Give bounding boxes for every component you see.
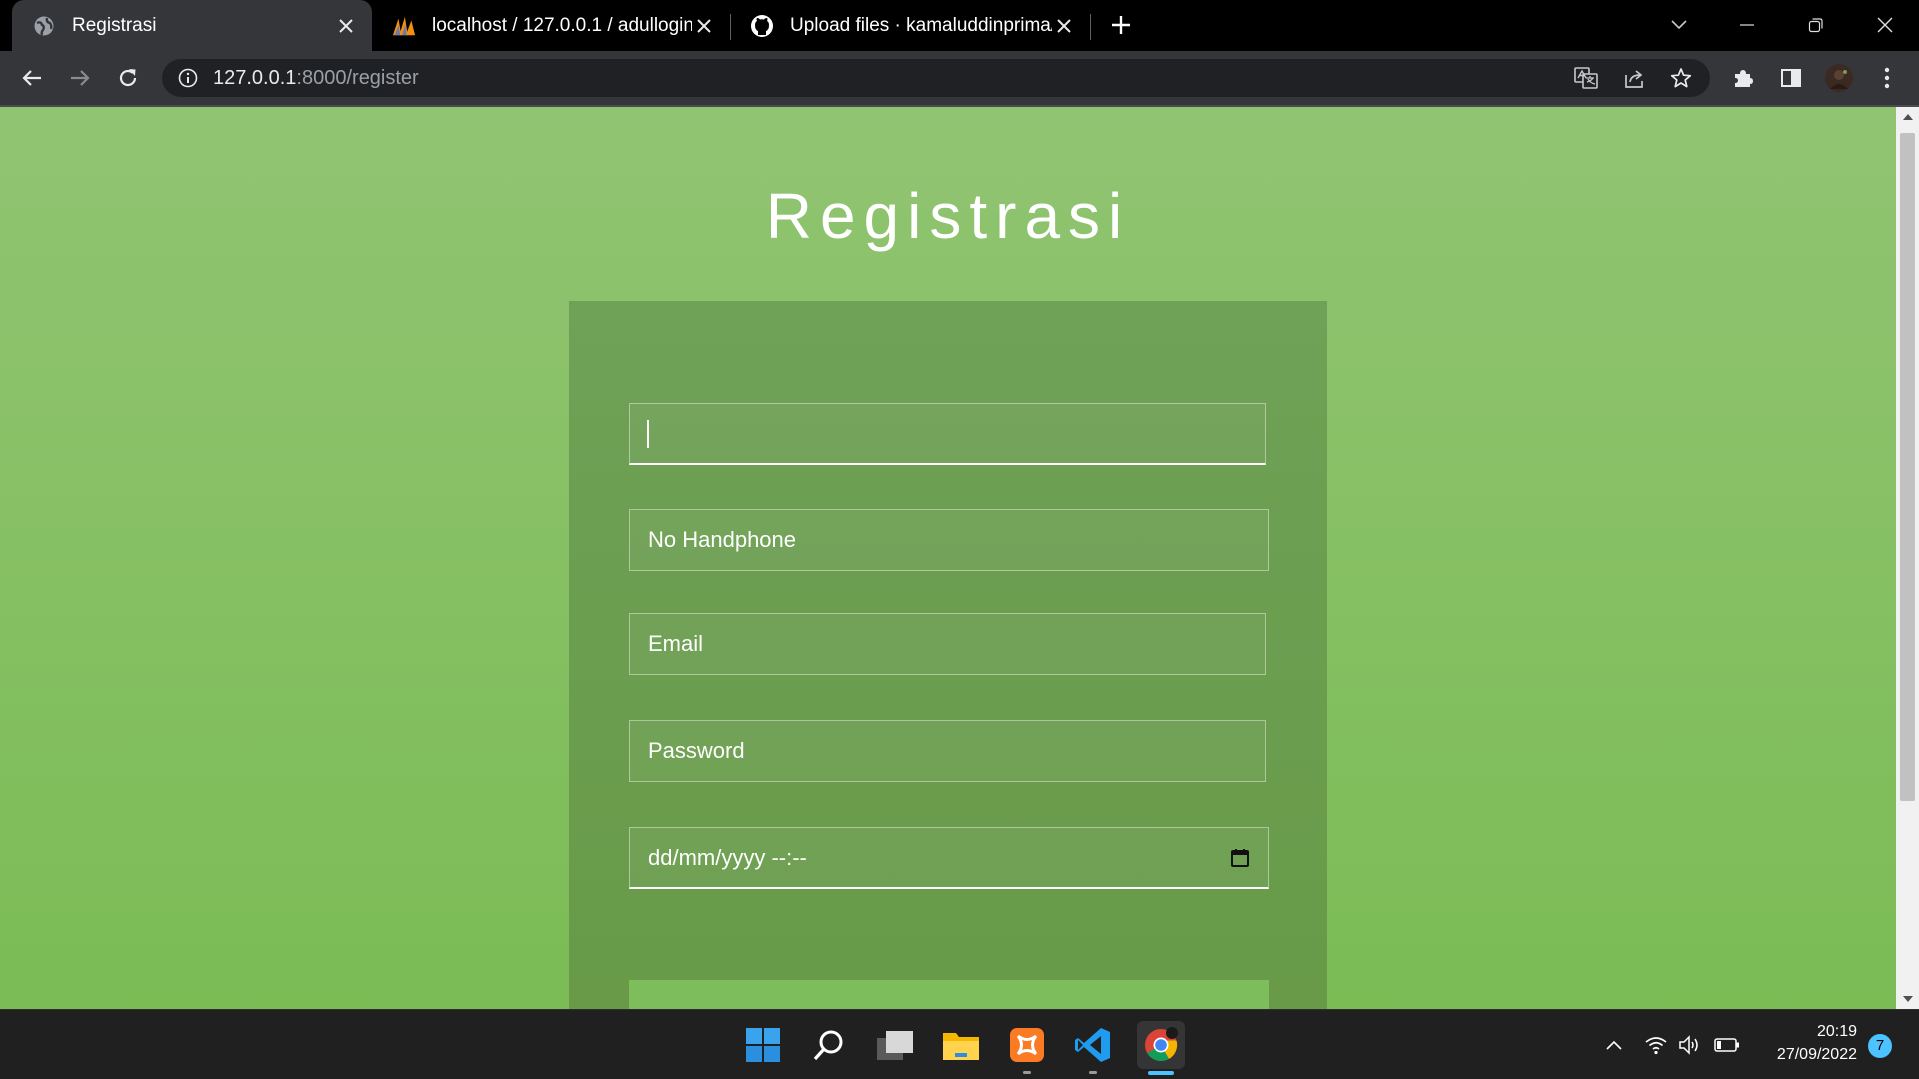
site-info-icon[interactable]	[178, 68, 198, 88]
browser-toolbar: 127.0.0.1:8000/register	[0, 51, 1919, 105]
scroll-down-arrow-icon[interactable]	[1896, 989, 1919, 1009]
chrome-icon[interactable]	[1137, 1021, 1185, 1069]
bookmark-star-icon[interactable]	[1670, 67, 1692, 89]
browser-menu-icon[interactable]	[1871, 62, 1903, 94]
windows-start-icon[interactable]	[741, 1023, 785, 1067]
taskbar-clock-date[interactable]: 27/09/2022	[1777, 1046, 1857, 1064]
url-host: 127.0.0.1	[213, 67, 297, 89]
email-input[interactable]: Email	[629, 613, 1266, 675]
tab-strip: Registrasi localhost / 127.0.0.1 / adull…	[0, 0, 1919, 51]
page-viewport: Registrasi No Handphone Email Password d…	[0, 107, 1896, 1009]
forward-arrow-icon[interactable]	[64, 62, 96, 94]
password-placeholder: Password	[648, 738, 745, 763]
url-text[interactable]: 127.0.0.1:8000/register	[213, 59, 419, 97]
close-tab-icon[interactable]	[334, 14, 358, 38]
tab-separator	[1090, 14, 1091, 40]
address-bar[interactable]: 127.0.0.1:8000/register	[162, 59, 1710, 97]
date-placeholder: dd/mm/yyyy --:--	[648, 845, 807, 870]
email-placeholder: Email	[648, 631, 704, 656]
reload-icon[interactable]	[112, 62, 144, 94]
calendar-icon[interactable]	[1230, 848, 1250, 868]
registration-form: No Handphone Email Password dd/mm/yyyy -…	[569, 301, 1327, 1009]
restore-window-button[interactable]	[1801, 10, 1831, 40]
new-tab-button[interactable]	[1106, 10, 1136, 40]
tab-search-chevron-icon[interactable]	[1664, 10, 1694, 40]
notification-badge[interactable]: 7	[1868, 1034, 1892, 1058]
tab-title: Registrasi	[72, 14, 157, 36]
phpmyadmin-icon	[392, 14, 416, 38]
page-scrollbar[interactable]	[1896, 107, 1919, 1009]
chrome-active-indicator	[1148, 1071, 1174, 1075]
volume-icon[interactable]	[1677, 1032, 1703, 1058]
share-icon[interactable]	[1622, 67, 1646, 89]
password-input[interactable]: Password	[629, 720, 1266, 782]
tab-registrasi[interactable]: Registrasi	[12, 0, 372, 51]
url-path: :8000/register	[296, 67, 419, 89]
close-tab-icon[interactable]	[692, 14, 716, 38]
tab-phpmyadmin[interactable]: localhost / 127.0.0.1 / adullogin /	[372, 0, 730, 51]
name-input[interactable]	[629, 403, 1266, 465]
date-input[interactable]: dd/mm/yyyy --:--	[629, 827, 1269, 889]
xampp-running-indicator	[1023, 1071, 1031, 1074]
xampp-icon[interactable]	[1005, 1023, 1049, 1067]
taskbar-clock-time[interactable]: 20:19	[1817, 1023, 1857, 1041]
tab-title: Upload files · kamaluddinprima/\	[790, 14, 1052, 36]
phone-placeholder: No Handphone	[648, 527, 797, 552]
side-panel-icon[interactable]	[1775, 62, 1807, 94]
vscode-icon[interactable]	[1071, 1023, 1115, 1067]
vscode-running-indicator	[1089, 1071, 1097, 1074]
tab-title: localhost / 127.0.0.1 / adullogin /	[432, 14, 692, 36]
close-tab-icon[interactable]	[1052, 14, 1076, 38]
tab-github[interactable]: Upload files · kamaluddinprima/\	[730, 0, 1090, 51]
back-arrow-icon[interactable]	[16, 62, 48, 94]
close-window-button[interactable]	[1870, 10, 1900, 40]
extensions-puzzle-icon[interactable]	[1727, 62, 1759, 94]
battery-icon[interactable]	[1714, 1032, 1740, 1058]
scroll-thumb[interactable]	[1900, 133, 1915, 801]
profile-avatar[interactable]	[1823, 62, 1855, 94]
translate-icon[interactable]	[1574, 67, 1598, 89]
windows-taskbar: 20:19 27/09/2022 7	[0, 1009, 1919, 1079]
github-icon	[750, 14, 774, 38]
text-cursor	[647, 420, 649, 448]
task-view-icon[interactable]	[873, 1023, 917, 1067]
show-hidden-icons-chevron-icon[interactable]	[1601, 1032, 1627, 1058]
file-explorer-icon[interactable]	[939, 1023, 983, 1067]
minimize-window-button[interactable]	[1732, 10, 1762, 40]
phone-input[interactable]: No Handphone	[629, 509, 1269, 571]
page-title: Registrasi	[765, 180, 1131, 252]
register-submit-button[interactable]	[629, 980, 1269, 1009]
globe-icon	[32, 14, 56, 38]
scroll-up-arrow-icon[interactable]	[1896, 107, 1919, 127]
search-icon[interactable]	[807, 1023, 851, 1067]
wifi-icon[interactable]	[1643, 1032, 1669, 1058]
